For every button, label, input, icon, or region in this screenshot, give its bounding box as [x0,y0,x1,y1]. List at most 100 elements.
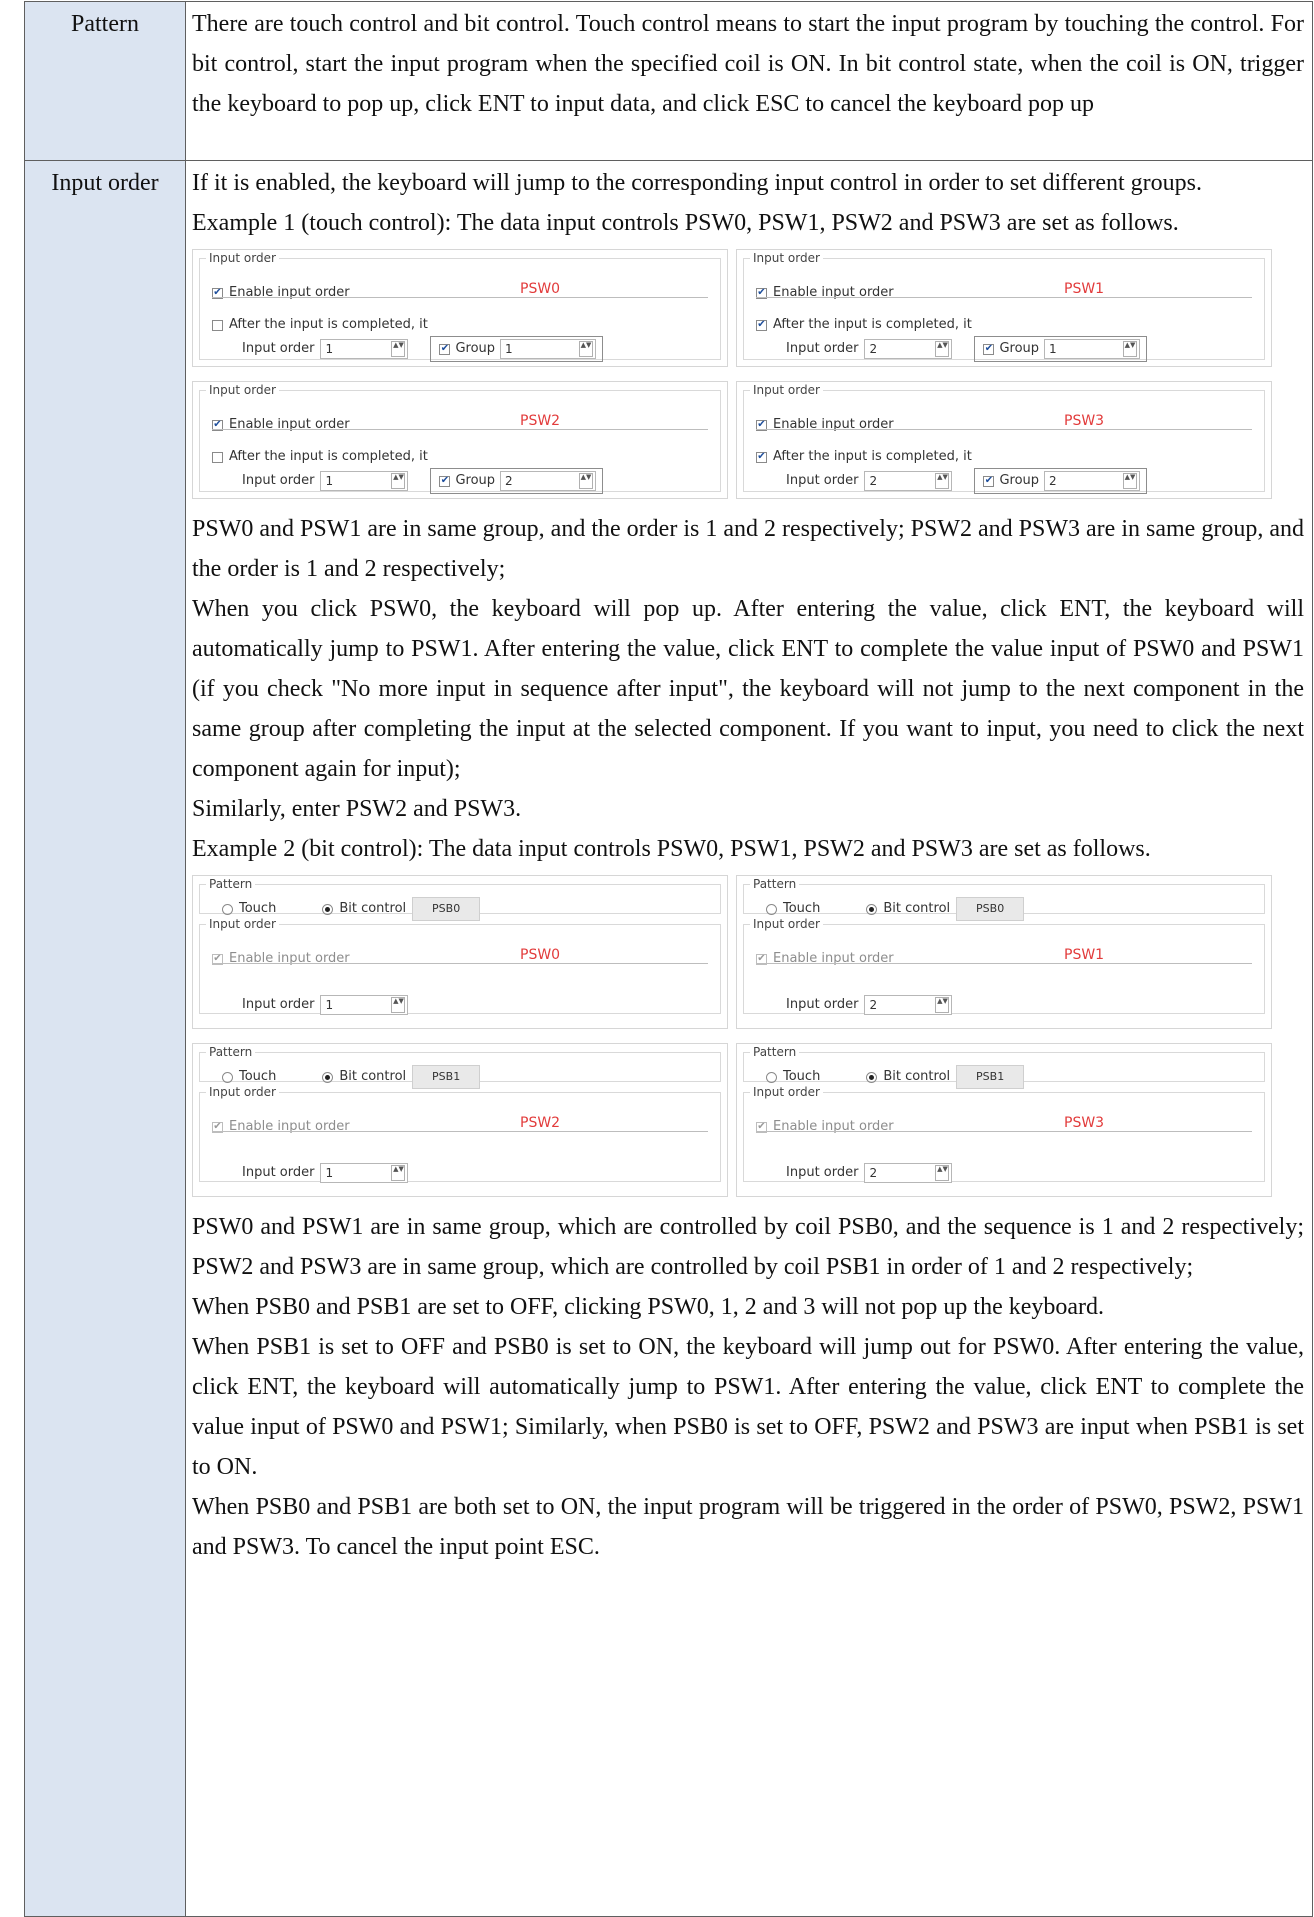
spin-arrows-icon[interactable]: ▲▼ [391,997,406,1013]
input-order-row: Input order 2 ▲▼ [786,985,953,1025]
psw-label: PSW0 [520,947,561,963]
input-order-label: Input order [786,473,859,488]
input-order-panel-psw1: Input order PSW1 ✔ Enable input order ✔ After… [736,249,1272,367]
bit-control-label: Bit control [339,901,407,916]
checkbox[interactable] [212,319,223,331]
checkbox[interactable]: ✔ [439,475,451,487]
input-order-group: Input order PSW1 ✔ Enable input order Input … [743,916,1265,1015]
pattern-group: Pattern Touch Bit control PSB0 [199,876,721,921]
bit-control-radio[interactable] [322,903,334,915]
bit-control-option[interactable]: Bit control [322,1057,406,1097]
spin-arrows-icon[interactable]: ▲▼ [391,473,406,489]
bit-control-radio[interactable] [866,1071,878,1083]
checkbox[interactable]: ✔ [439,343,451,355]
divider [756,429,1252,430]
spin-arrows-icon[interactable]: ▲▼ [579,341,594,357]
input-order-row: Input order 1 ▲▼ [242,985,409,1025]
input-order-spinner-value: 1 [325,1166,334,1180]
group-title: Input order [206,382,279,398]
input-order-panel-psw3: Input order PSW3 ✔ Enable input order ✔ After… [736,381,1272,499]
group-label: Group [455,341,496,356]
touch-radio[interactable] [222,1071,233,1083]
spin-arrows-icon[interactable]: ▲▼ [935,1165,950,1181]
parameter-table: Pattern There are touch control and bit … [24,1,1313,1917]
spin-arrows-icon[interactable]: ▲▼ [1123,341,1138,357]
group-spinner[interactable]: 1 ▲▼ [1044,339,1141,359]
example2-heading: Example 2 (bit control): The data input … [192,836,1151,862]
spin-arrows-icon[interactable]: ▲▼ [391,341,406,357]
checkbox[interactable]: ✔ [756,451,767,463]
spin-arrows-icon[interactable]: ▲▼ [1123,473,1138,489]
group-box: ✔ Group 1 ▲▼ [974,336,1148,362]
input-order-row: Input order 1 ▲▼ ✔ Group 2 ▲▼ [242,461,604,501]
input-order-spinner[interactable]: 2 ▲▼ [864,1163,953,1183]
group-box: ✔ Group 2 ▲▼ [974,468,1148,494]
enable-input-order-label: Enable input order [229,951,350,966]
checkbox[interactable]: ✔ [983,343,995,355]
input-order-label: Input order [786,997,859,1012]
bit-control-option[interactable]: Bit control [866,1057,950,1097]
pattern-group: Pattern Touch Bit control PSB1 [199,1044,721,1089]
group-spinner-value: 1 [1049,342,1057,356]
spin-arrows-icon[interactable]: ▲▼ [391,1165,406,1181]
input-order-group: Input order PSW1 ✔ Enable input order ✔ After… [743,250,1265,362]
input-order-label: Input order [242,473,315,488]
input-order-row: Input order 2 ▲▼ ✔ Group 1 ▲▼ [786,329,1148,369]
divider [212,429,708,430]
spin-arrows-icon[interactable]: ▲▼ [935,473,950,489]
example1-text-2: When you click PSW0, the keyboard will p… [192,596,1304,782]
group-spinner-value: 2 [1049,474,1057,488]
group-title: Input order [206,1084,279,1100]
checkbox[interactable] [212,451,223,463]
checkbox[interactable]: ✔ [756,319,767,331]
touch-radio[interactable] [766,1071,777,1083]
enable-input-order-label: Enable input order [773,1119,894,1134]
input-order-spinner[interactable]: 2 ▲▼ [864,339,953,359]
bit-control-option[interactable]: Bit control [322,889,406,929]
psw-label: PSW1 [1064,281,1105,297]
divider [212,297,708,298]
row-label-input-order: Input order [24,160,186,1917]
input-order-spinner[interactable]: 2 ▲▼ [864,995,953,1015]
coil-address-button[interactable]: PSB1 [956,1065,1025,1089]
input-order-spinner[interactable]: 1 ▲▼ [320,339,409,359]
input-order-spinner[interactable]: 2 ▲▼ [864,471,953,491]
input-order-group: Input order PSW0 ✔ Enable input order After … [199,250,721,362]
psw-label: PSW1 [1064,947,1105,963]
group-spinner[interactable]: 1 ▲▼ [500,339,597,359]
group-spinner[interactable]: 2 ▲▼ [1044,471,1141,491]
input-order-spinner[interactable]: 1 ▲▼ [320,471,409,491]
coil-address-button[interactable]: PSB0 [956,897,1025,921]
pattern-group: Pattern Touch Bit control PSB1 [743,1044,1265,1089]
input-order-spinner[interactable]: 1 ▲▼ [320,1163,409,1183]
group-title: Input order [750,250,823,266]
divider [756,1131,1252,1132]
input-order-spinner[interactable]: 1 ▲▼ [320,995,409,1015]
coil-address-button[interactable]: PSB1 [412,1065,481,1089]
bit-control-radio[interactable] [322,1071,334,1083]
spin-arrows-icon[interactable]: ▲▼ [935,997,950,1013]
touch-radio[interactable] [766,903,777,915]
group-spinner[interactable]: 2 ▲▼ [500,471,597,491]
bit-control-radio[interactable] [866,903,878,915]
group-label: Group [455,473,496,488]
bit-control-option[interactable]: Bit control [866,889,950,929]
enable-input-order-label: Enable input order [229,1119,350,1134]
touch-radio[interactable] [222,903,233,915]
psw-label: PSW0 [520,281,561,297]
spin-arrows-icon[interactable]: ▲▼ [935,341,950,357]
input-order-label: Input order [786,1165,859,1180]
input-order-label: Input order [242,1165,315,1180]
psw-label: PSW2 [520,1115,561,1131]
input-order-group: Input order PSW3 ✔ Enable input order ✔ After… [743,382,1265,494]
input-order-row: Input order 1 ▲▼ [242,1153,409,1193]
example2-text-2: When PSB0 and PSB1 are set to OFF, click… [192,1294,1105,1320]
coil-address-button[interactable]: PSB0 [412,897,481,921]
input-order-group: Input order PSW3 ✔ Enable input order Input … [743,1084,1265,1183]
input-order-intro: If it is enabled, the keyboard will jump… [192,170,1202,196]
input-order-row: Input order 1 ▲▼ ✔ Group 1 ▲▼ [242,329,604,369]
input-order-spinner-value: 2 [869,342,878,356]
bit-control-panel-psw2: Pattern Touch Bit control PSB1 Input order PS… [192,1043,728,1197]
checkbox[interactable]: ✔ [983,475,995,487]
spin-arrows-icon[interactable]: ▲▼ [579,473,594,489]
